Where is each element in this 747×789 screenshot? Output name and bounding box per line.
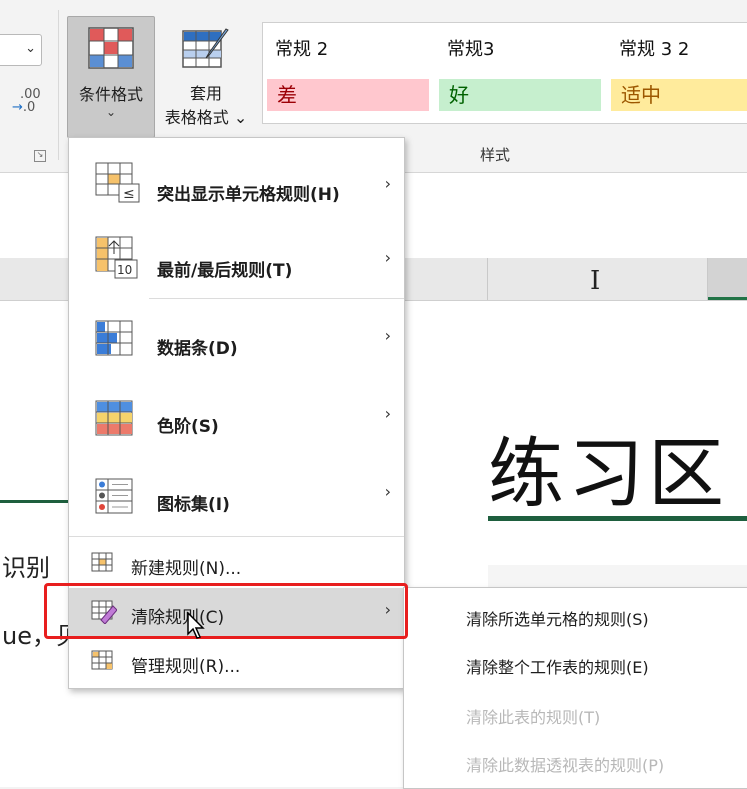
- submenu-arrow-icon: ›: [384, 248, 391, 267]
- menu-item-label: 突出显示单元格规则(H): [157, 185, 340, 205]
- mouse-pointer-icon: [187, 612, 205, 639]
- icon-sets-icon: [95, 478, 133, 514]
- menu-item-color-scales[interactable]: 色阶(S) ›: [69, 378, 404, 456]
- font-size-combo[interactable]: ⌄: [0, 34, 42, 66]
- format-as-table-button[interactable]: 套用 表格格式 ⌄: [154, 18, 258, 136]
- menu-item-label: 管理规则(R)...: [131, 657, 241, 677]
- format-as-table-label-2: 表格格式 ⌄: [164, 108, 248, 127]
- highlight-cells-icon: ≤: [95, 162, 140, 203]
- menu-item-label: 最前/最后规则(T): [157, 261, 293, 281]
- menu-item-label: 色阶(S): [157, 417, 219, 437]
- submenu-arrow-icon: ›: [384, 174, 391, 193]
- underline-bar: [0, 500, 68, 503]
- conditional-format-label: 条件格式: [78, 85, 143, 104]
- menu-item-new-rule[interactable]: 新建规则(N)...: [69, 540, 404, 586]
- menu-item-top-bottom-rules[interactable]: 10 最前/最后规则(T) ›: [69, 222, 404, 298]
- data-bars-icon: [95, 320, 133, 356]
- color-scales-icon: [95, 400, 133, 436]
- style-swatch-good[interactable]: 好: [439, 79, 601, 111]
- submenu-item-clear-table: 清除此表的规则(T): [466, 708, 601, 727]
- group-separator: [58, 10, 59, 160]
- format-as-table-icon: [182, 28, 229, 68]
- increase-decimal-icon[interactable]: .00 →.0: [12, 88, 41, 114]
- chevron-down-icon: ⌄: [233, 108, 248, 127]
- clear-rules-submenu: 清除所选单元格的规则(S) 清除整个工作表的规则(E) 清除此表的规则(T) 清…: [403, 587, 747, 789]
- annotation-highlight-box: [44, 583, 408, 639]
- menu-item-icon-sets[interactable]: 图标集(I) ›: [69, 456, 404, 534]
- conditional-format-icon: [88, 27, 134, 69]
- menu-item-highlight-cells-rules[interactable]: ≤ 突出显示单元格规则(H) ›: [69, 144, 404, 222]
- submenu-arrow-icon: ›: [384, 482, 391, 501]
- submenu-item-clear-pivot: 清除此数据透视表的规则(P): [466, 756, 665, 775]
- submenu-item-clear-selected[interactable]: 清除所选单元格的规则(S): [466, 606, 649, 630]
- styles-group-label: 样式: [480, 146, 511, 164]
- menu-item-label: 数据条(D): [157, 339, 238, 359]
- chevron-down-icon: ⌄: [105, 105, 117, 119]
- style-swatch-bad[interactable]: 差: [267, 79, 429, 111]
- style-swatch-neutral[interactable]: 适中: [611, 79, 747, 111]
- menu-item-data-bars[interactable]: 数据条(D) ›: [69, 300, 404, 378]
- submenu-arrow-icon: ›: [384, 326, 391, 345]
- format-as-table-label-1: 套用: [189, 84, 222, 103]
- submenu-item-clear-sheet[interactable]: 清除整个工作表的规则(E): [466, 654, 649, 678]
- conditional-format-button[interactable]: 条件格式 ⌄: [67, 16, 155, 138]
- cell-styles-gallery[interactable]: 常规 2 常规3 常规 3 2 差 好 适中: [262, 22, 747, 124]
- menu-item-label: 图标集(I): [157, 495, 230, 515]
- top-bottom-icon: 10: [95, 236, 138, 279]
- title-underline: [488, 516, 747, 521]
- style-name-2: 常规3: [447, 39, 495, 60]
- style-name-1: 常规 2: [275, 39, 329, 60]
- chevron-down-icon: ⌄: [25, 41, 36, 56]
- dialog-launcher-icon[interactable]: ↘: [34, 150, 46, 162]
- svg-text:≤: ≤: [123, 186, 135, 202]
- menu-item-label: 新建规则(N)...: [131, 559, 242, 579]
- manage-rules-icon: [91, 650, 113, 670]
- cell-text: 识别: [2, 554, 50, 582]
- new-rule-icon: [91, 552, 113, 572]
- menu-item-manage-rules[interactable]: 管理规则(R)...: [69, 638, 404, 684]
- style-name-3: 常规 3 2: [619, 39, 690, 60]
- svg-text:10: 10: [117, 263, 132, 277]
- submenu-arrow-icon: ›: [384, 404, 391, 423]
- practice-area-title: 练习区: [488, 429, 728, 518]
- active-column-header[interactable]: [708, 258, 747, 300]
- text-cursor-icon: I: [590, 266, 601, 296]
